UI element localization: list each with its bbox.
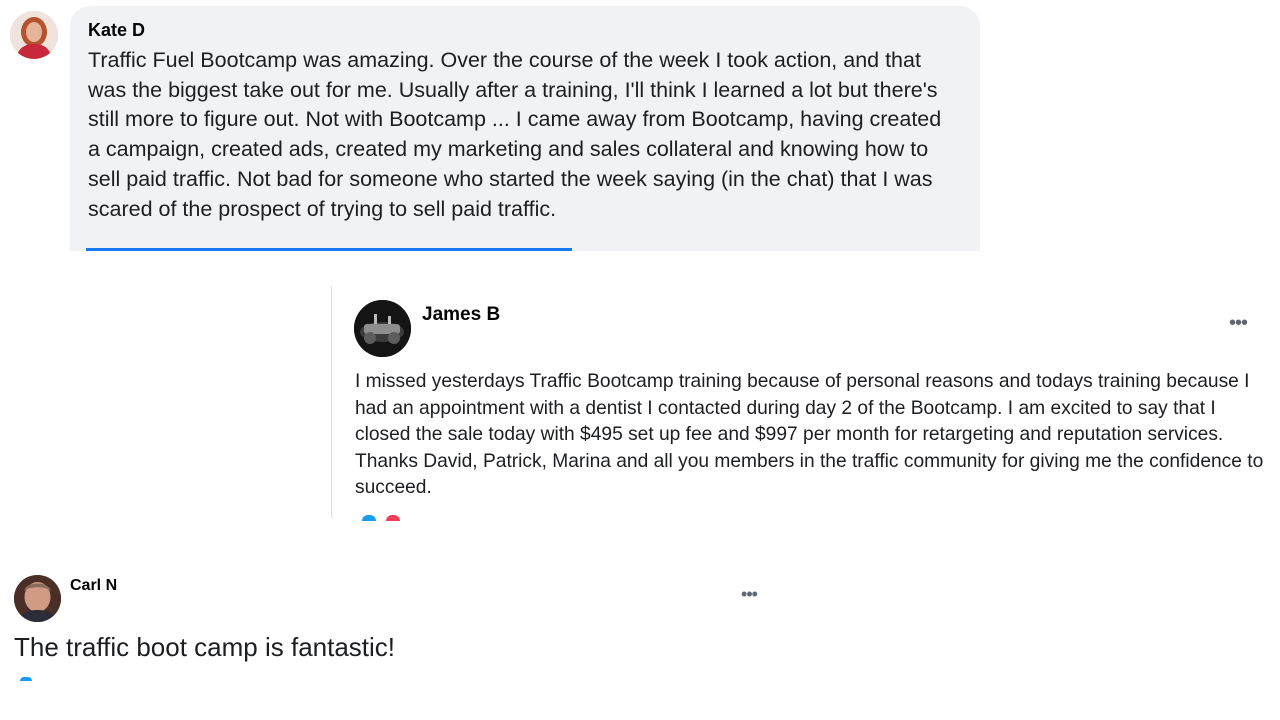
post-text: I missed yesterdays Traffic Bootcamp tra…	[355, 371, 1264, 499]
avatar-kate-image	[10, 11, 58, 59]
like-reaction-icon[interactable]	[362, 515, 376, 521]
comment-author-name[interactable]: Kate D	[88, 20, 145, 41]
post-author-name[interactable]: James B	[422, 304, 500, 326]
comment-text: Traffic Fuel Bootcamp was amazing. Over …	[88, 48, 942, 221]
more-options-icon[interactable]: •••	[1222, 313, 1254, 337]
like-reaction-icon[interactable]	[20, 677, 32, 681]
more-options-icon[interactable]: •••	[734, 585, 764, 605]
post-left-border	[331, 286, 332, 518]
avatar-carl[interactable]	[14, 575, 61, 622]
focus-underline	[86, 248, 572, 251]
avatar-james[interactable]	[354, 300, 411, 357]
love-reaction-icon[interactable]	[386, 515, 400, 521]
avatar-carl-image	[14, 575, 61, 622]
post-author-name[interactable]: Carl N	[70, 577, 117, 595]
post-text: The traffic boot camp is fantastic!	[14, 632, 396, 662]
avatar-james-image	[354, 300, 411, 357]
avatar-kate[interactable]	[10, 11, 58, 59]
